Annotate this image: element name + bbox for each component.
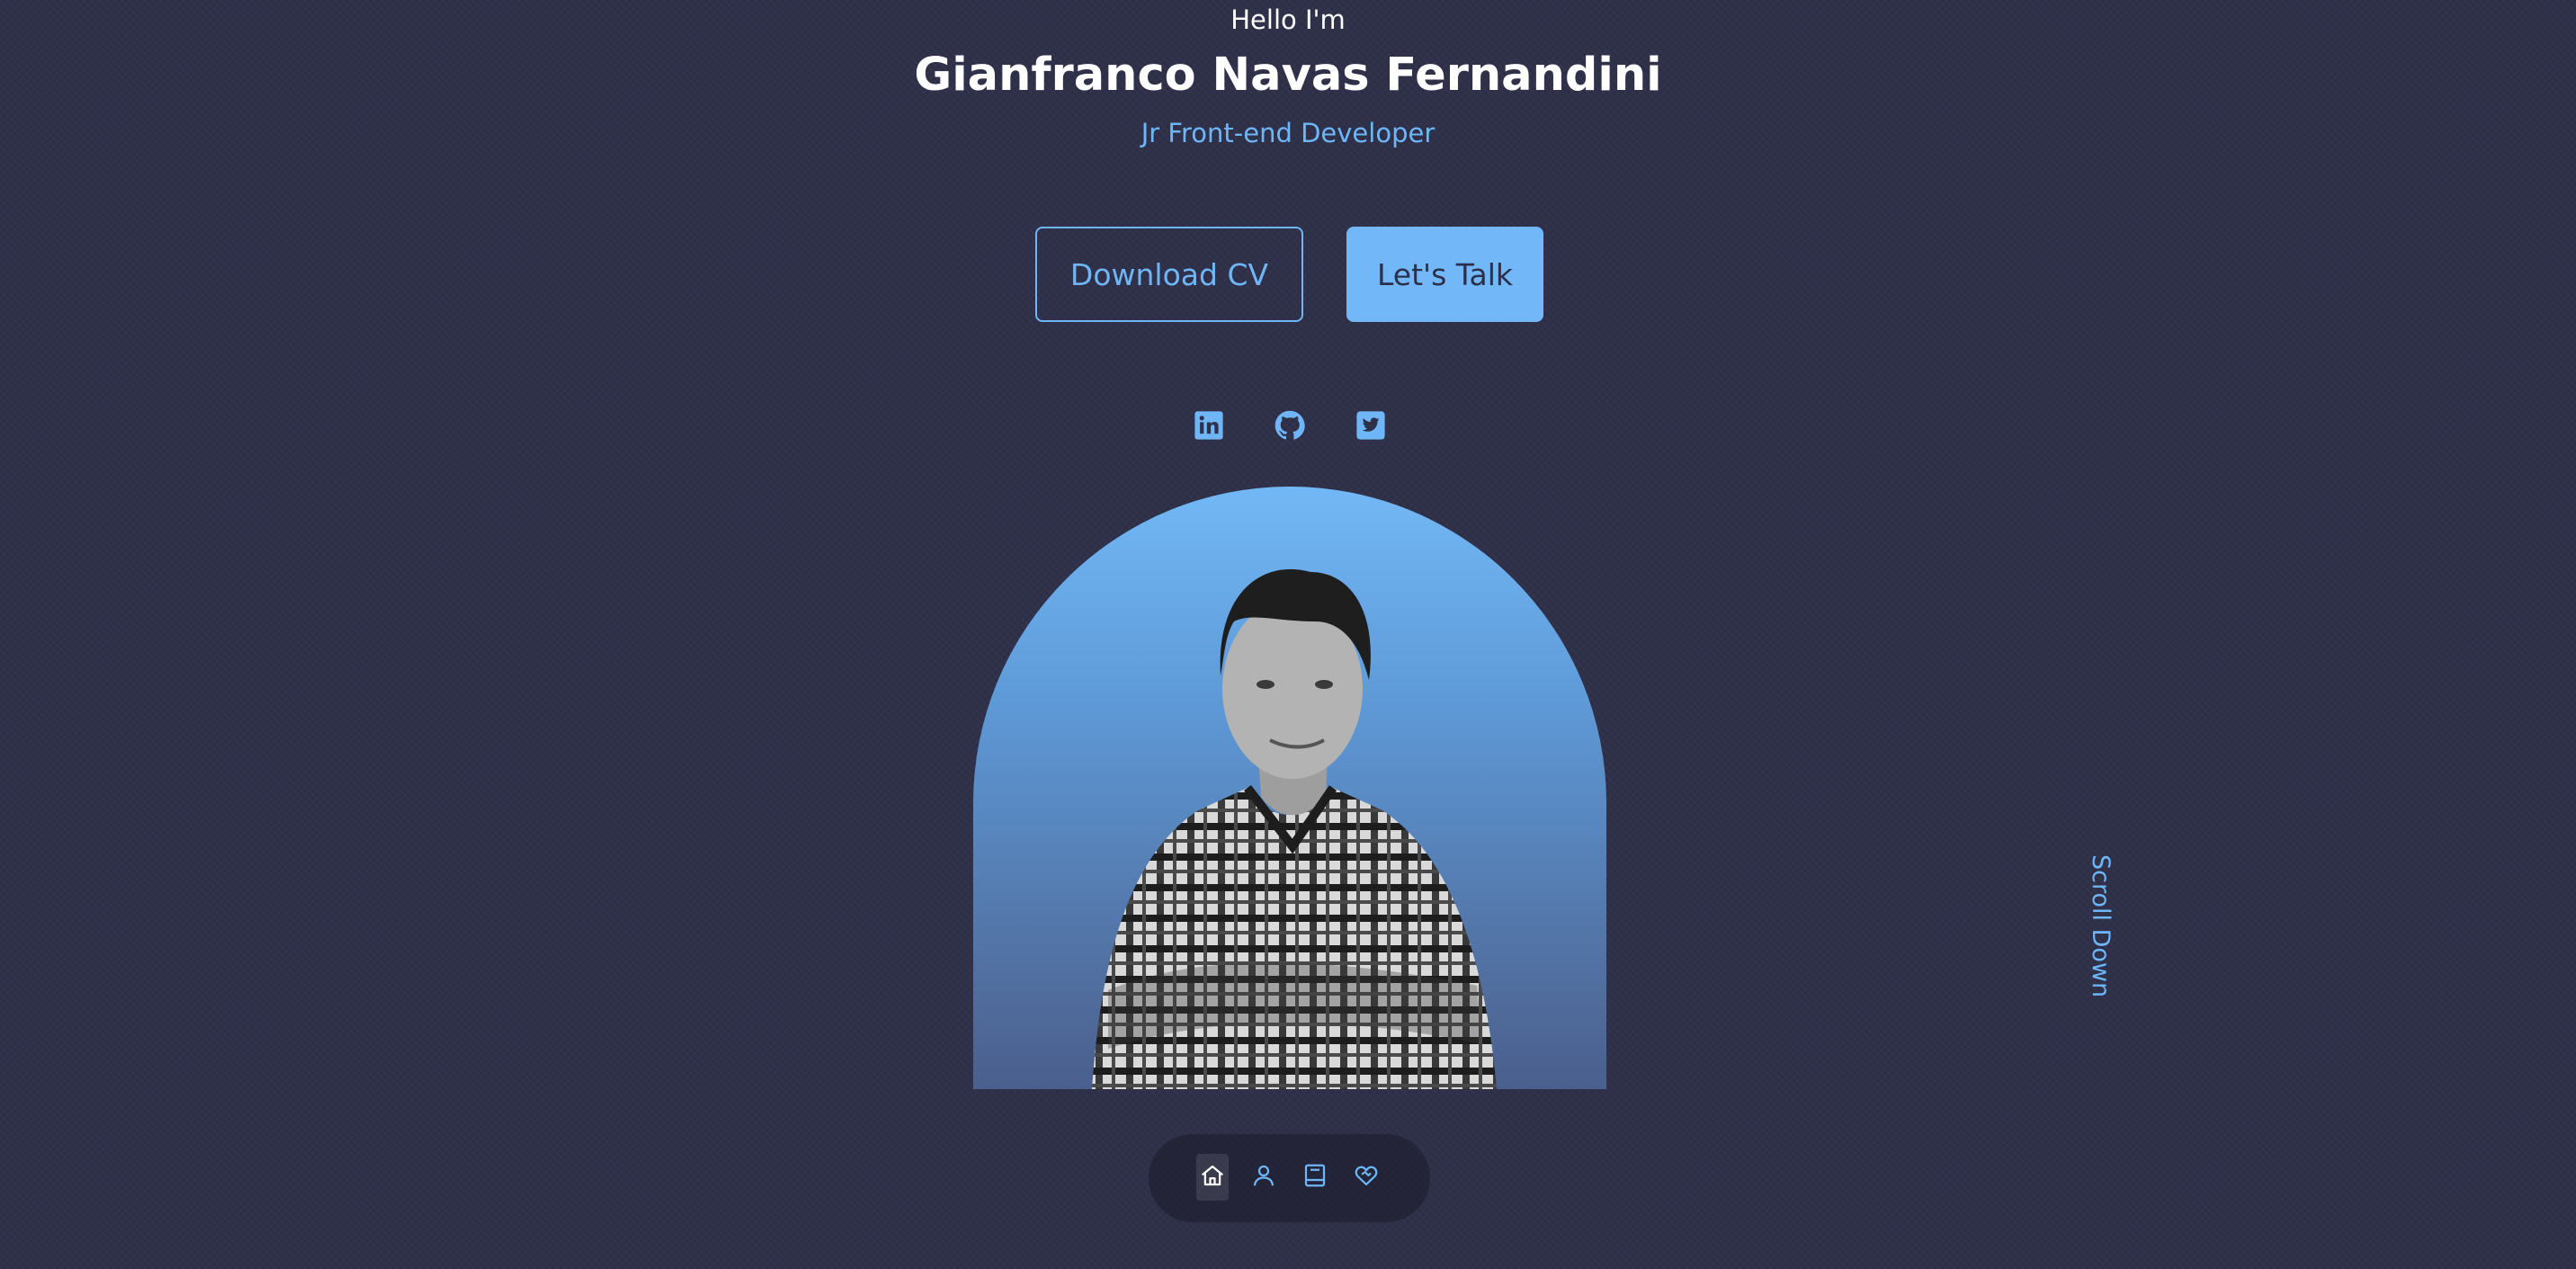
twitter-icon	[1355, 410, 1386, 444]
download-cv-button[interactable]: Download CV	[1035, 227, 1303, 322]
developer-role: Jr Front-end Developer	[1140, 118, 1436, 148]
nav-about[interactable]	[1248, 1154, 1280, 1201]
scroll-down-link[interactable]: Scroll Down	[2078, 845, 2123, 1007]
nav-resume[interactable]	[1299, 1154, 1331, 1201]
book-icon	[1301, 1162, 1328, 1193]
user-icon	[1250, 1162, 1277, 1193]
bottom-navigation	[1149, 1134, 1430, 1222]
linkedin-icon	[1194, 410, 1224, 444]
github-icon	[1275, 410, 1305, 444]
greeting-text: Hello I'm	[1230, 4, 1346, 35]
github-link[interactable]	[1273, 410, 1307, 444]
linkedin-link[interactable]	[1192, 410, 1226, 444]
lets-talk-button[interactable]: Let's Talk	[1346, 227, 1543, 322]
profile-photo	[973, 487, 1606, 1089]
developer-name: Gianfranco Navas Fernandini	[914, 49, 1662, 102]
nav-services[interactable]	[1350, 1154, 1382, 1201]
heart-handshake-icon	[1353, 1162, 1380, 1193]
twitter-link[interactable]	[1354, 410, 1388, 444]
nav-home[interactable]	[1196, 1154, 1229, 1201]
home-icon	[1199, 1162, 1226, 1193]
